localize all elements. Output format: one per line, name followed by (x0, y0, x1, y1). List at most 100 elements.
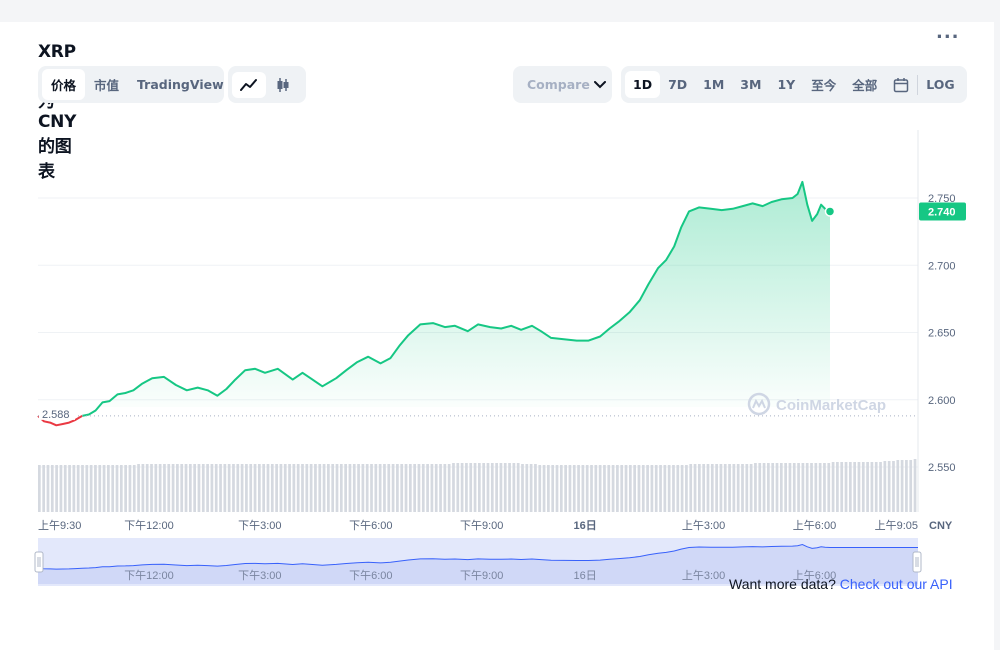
volume-bar (348, 464, 352, 512)
volume-bar (150, 464, 153, 512)
volume-bar (633, 465, 637, 512)
navigator-tick-label: 下午12:00 (124, 569, 174, 582)
x-tick-label: 下午12:00 (124, 519, 174, 532)
volume-bar (870, 462, 874, 512)
volume-bar (253, 464, 257, 512)
volume-bar (327, 464, 330, 512)
volume-bar (913, 459, 917, 512)
volume-bar (413, 464, 417, 512)
navigator-left-handle[interactable] (34, 551, 44, 573)
volume-bar (439, 464, 442, 512)
volume-bar (318, 464, 322, 512)
y-tick-label: 2.700 (928, 260, 956, 272)
volume-bar (456, 463, 460, 512)
volume-bar (551, 465, 555, 512)
current-price-label: 2.740 (928, 206, 956, 218)
volume-bar (357, 464, 360, 512)
volume-bar (741, 464, 744, 512)
x-tick-label: 下午6:00 (349, 519, 392, 532)
volume-bar (659, 465, 662, 512)
volume-bar (611, 465, 615, 512)
volume-bar (370, 464, 373, 512)
volume-bar (417, 464, 421, 512)
volume-bar (322, 464, 326, 512)
volume-bar (132, 465, 136, 512)
volume-bar (650, 465, 654, 512)
volume-bar (141, 464, 145, 512)
x-axis: 上午9:30 下午12:00 下午3:00 下午6:00 下午9:00 16日 上午3:00… (38, 519, 953, 532)
volume-bar (779, 463, 783, 512)
volume-bar (68, 465, 71, 512)
volume-bar (266, 464, 270, 512)
volume-bar (223, 464, 227, 512)
volume-bar (460, 463, 464, 512)
volume-bar (115, 465, 119, 512)
volume-bar (594, 465, 598, 512)
volume-bar (547, 465, 550, 512)
volume-bar (404, 464, 408, 512)
volume-bar (749, 464, 753, 512)
volume-bar (792, 463, 796, 512)
volume-bar (758, 463, 762, 512)
volume-bar (434, 464, 438, 512)
volume-bar (810, 463, 813, 512)
volume-bar (283, 464, 287, 512)
volume-bar (503, 463, 507, 512)
volume-bar (667, 465, 671, 512)
footer-text: Want more data? (729, 576, 836, 592)
volume-bar (361, 464, 365, 512)
price-chart: 2.588 CoinMarketCap 2.7502.7002.6502.600… (34, 130, 966, 586)
x-tick-label: 下午9:00 (460, 519, 503, 532)
volume-bar (805, 463, 809, 512)
volume-bar (314, 464, 317, 512)
volume-bar (784, 463, 787, 512)
volume-bar (55, 465, 58, 512)
volume-bar (443, 464, 447, 512)
volume-bar (378, 464, 382, 512)
volume-bar (909, 460, 913, 512)
volume-bar (693, 464, 697, 512)
volume-bar (814, 463, 818, 512)
volume-bar (400, 464, 404, 512)
volume-bar (85, 465, 89, 512)
volume-bar (50, 465, 54, 512)
volume-bar (430, 464, 434, 512)
volume-bar (210, 464, 214, 512)
volume-bar (72, 465, 76, 512)
volume-bar (383, 464, 386, 512)
volume-bar (883, 461, 887, 512)
navigator-tick-label: 下午6:00 (349, 569, 392, 582)
volume-bar (827, 463, 831, 512)
navigator-right-handle[interactable] (912, 551, 922, 573)
volume-bar (607, 465, 611, 512)
volume-bar (788, 463, 792, 512)
volume-bar (879, 462, 882, 512)
volume-bar (767, 463, 770, 512)
open-price-label: 2.588 (42, 409, 70, 421)
y-axis: 2.7502.7002.6502.6002.550 (917, 130, 956, 512)
volume-bar (848, 462, 852, 512)
volume-bar (702, 464, 706, 512)
volume-bar (887, 461, 891, 512)
volume-bar (590, 465, 593, 512)
volume-bar (301, 464, 304, 512)
volume-bar (374, 464, 378, 512)
volume-bar (624, 465, 628, 512)
volume-bar (672, 465, 675, 512)
volume-bar (391, 464, 395, 512)
volume-bar (335, 464, 339, 512)
volume-bar (193, 464, 197, 512)
api-link[interactable]: Check out our API (840, 576, 953, 592)
x-tick-label: 上午9:05 (875, 519, 918, 532)
volume-bar (637, 465, 641, 512)
volume-bar (128, 465, 132, 512)
volume-bar (270, 464, 274, 512)
volume-bar (249, 464, 253, 512)
navigator-tick-label: 16日 (574, 570, 597, 582)
volume-bar (490, 463, 494, 512)
volume-bar (698, 464, 701, 512)
volume-bar (486, 463, 490, 512)
price-tags: 2.740 (919, 202, 966, 221)
volume-bar (206, 464, 209, 512)
volume-bar (344, 464, 347, 512)
